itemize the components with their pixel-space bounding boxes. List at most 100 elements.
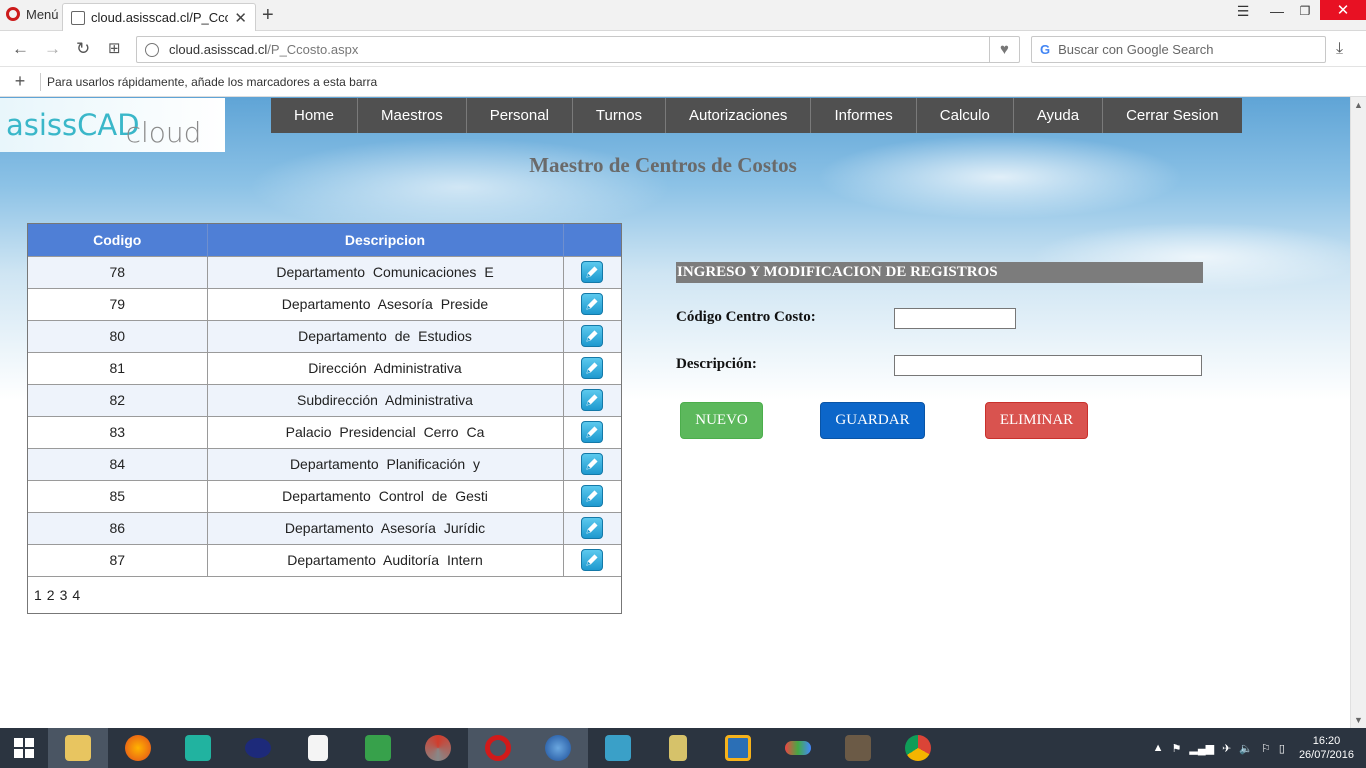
scroll-up-icon[interactable]: ▲ — [1354, 100, 1363, 110]
nav-item-ayuda[interactable]: Ayuda — [1014, 98, 1104, 133]
infinity-app-icon — [785, 741, 811, 755]
scroll-down-icon[interactable]: ▼ — [1354, 715, 1363, 725]
table-row: 87 Departamento Auditoría Intern — [28, 543, 621, 576]
edit-pencil-icon[interactable] — [581, 453, 604, 475]
nav-item-turnos[interactable]: Turnos — [573, 98, 667, 133]
new-tab-button[interactable]: + — [262, 4, 274, 27]
google-icon: G — [1040, 42, 1051, 57]
edit-pencil-icon[interactable] — [581, 485, 604, 507]
tray-flag-icon[interactable]: ⚑ — [1171, 742, 1181, 755]
edit-pencil-icon[interactable] — [581, 261, 604, 283]
document-icon — [308, 735, 328, 761]
edit-pencil-icon[interactable] — [581, 517, 604, 539]
tab-close-icon[interactable]: ✕ — [234, 9, 247, 27]
taskbar-media-app[interactable] — [408, 728, 468, 768]
maximize-button[interactable]: ❐ — [1290, 0, 1320, 22]
tray-app-icon[interactable]: ✈ — [1222, 742, 1231, 755]
cell-descripcion: Departamento Asesoría Jurídic — [207, 511, 564, 544]
taskbar-chrome[interactable] — [888, 728, 948, 768]
page-link-4[interactable]: 4 — [72, 587, 80, 603]
nav-item-maestros[interactable]: Maestros — [358, 98, 467, 133]
minimize-button[interactable]: — — [1262, 0, 1292, 22]
taskbar-infinity-app[interactable] — [768, 728, 828, 768]
site-info-icon[interactable] — [145, 42, 159, 57]
taskbar-php[interactable] — [228, 728, 288, 768]
nuevo-button[interactable]: NUEVO — [680, 402, 763, 439]
network-icon[interactable]: ▂▄▆ — [1189, 742, 1214, 755]
nav-item-informes[interactable]: Informes — [811, 98, 917, 133]
bookmarks-hint: Para usarlos rápidamente, añade los marc… — [47, 74, 378, 89]
taskbar-document[interactable] — [288, 728, 348, 768]
opera-menu-button[interactable]: Menú — [0, 0, 59, 28]
taskbar-window-app[interactable] — [708, 728, 768, 768]
codigo-label: Código Centro Costo: — [676, 309, 816, 325]
edit-pencil-icon[interactable] — [581, 389, 604, 411]
search-placeholder: Buscar con Google Search — [1058, 42, 1214, 57]
image-app-icon — [185, 735, 211, 761]
cell-codigo: 83 — [28, 415, 208, 448]
edit-pencil-icon[interactable] — [581, 293, 604, 315]
cell-codigo: 78 — [28, 255, 208, 288]
app-logo[interactable]: asissCAD cloud — [0, 98, 225, 152]
codigo-input[interactable] — [894, 308, 1016, 329]
cell-codigo: 82 — [28, 383, 208, 416]
taskbar-file-explorer[interactable] — [48, 728, 108, 768]
cell-edit — [563, 255, 621, 288]
folder-icon — [65, 735, 91, 761]
nav-item-personal[interactable]: Personal — [467, 98, 573, 133]
taskbar-filezilla[interactable] — [588, 728, 648, 768]
edit-pencil-icon[interactable] — [581, 549, 604, 572]
page-scrollbar[interactable]: ▲ ▼ — [1350, 97, 1366, 728]
page-link-2[interactable]: 2 — [47, 587, 55, 603]
nav-item-calculo[interactable]: Calculo — [917, 98, 1014, 133]
cell-descripcion: Dirección Administrativa — [207, 351, 564, 384]
guardar-button[interactable]: GUARDAR — [820, 402, 925, 439]
add-bookmark-icon[interactable]: + — [0, 71, 40, 92]
tab-menu-icon[interactable]: ☰ — [1228, 0, 1258, 22]
edit-pencil-icon[interactable] — [581, 325, 604, 347]
tools-icon — [669, 735, 687, 761]
nav-item-home[interactable]: Home — [271, 98, 359, 133]
taskbar-game[interactable] — [828, 728, 888, 768]
table-row: 79 Departamento Asesoría Preside — [28, 287, 621, 320]
cell-edit — [563, 351, 621, 384]
taskbar-opera[interactable] — [468, 728, 528, 768]
page-link-1[interactable]: 1 — [34, 587, 42, 603]
table-row: 78 Departamento Comunicaciones E — [28, 255, 621, 288]
search-box[interactable]: G Buscar con Google Search — [1031, 36, 1326, 63]
browser-toolbar: ← → ↻ ⊞ cloud.asisscad.cl/P_Ccosto.aspx … — [0, 31, 1366, 67]
forward-arrow-icon[interactable]: → — [44, 39, 61, 59]
cell-descripcion: Departamento Control de Gesti — [207, 479, 564, 512]
page-title: Maestro de Centros de Costos — [529, 153, 797, 177]
thunderbird-icon — [545, 735, 571, 761]
nav-item-autorizaciones[interactable]: Autorizaciones — [666, 98, 812, 133]
browser-tab[interactable]: cloud.asisscad.cl/P_Ccosto ✕ — [62, 3, 256, 31]
battery-icon[interactable]: ▯ — [1279, 742, 1285, 755]
nav-item-cerrar-sesion[interactable]: Cerrar Sesion — [1103, 98, 1242, 133]
close-window-button[interactable]: ✕ — [1320, 0, 1366, 20]
taskbar-thunderbird[interactable] — [528, 728, 588, 768]
action-center-icon[interactable]: ⚐ — [1261, 742, 1271, 755]
tab-title: cloud.asisscad.cl/P_Ccosto — [91, 10, 229, 25]
page-link-3[interactable]: 3 — [60, 587, 68, 603]
edit-pencil-icon[interactable] — [581, 421, 604, 443]
taskbar-image-app[interactable] — [168, 728, 228, 768]
cell-descripcion: Subdirección Administrativa — [207, 383, 564, 416]
tray-expand-icon[interactable]: ▲ — [1153, 742, 1164, 754]
taskbar-sync-app[interactable] — [348, 728, 408, 768]
reload-icon[interactable]: ↻ — [76, 39, 90, 59]
taskbar-tools[interactable] — [648, 728, 708, 768]
taskbar-firefox[interactable] — [108, 728, 168, 768]
clock[interactable]: 16:20 26/07/2016 — [1299, 734, 1354, 762]
speed-dial-grid-icon[interactable]: ⊞ — [108, 39, 121, 57]
eliminar-button[interactable]: ELIMINAR — [985, 402, 1088, 439]
start-button[interactable] — [0, 728, 48, 768]
descripcion-input[interactable] — [894, 355, 1202, 376]
edit-pencil-icon[interactable] — [581, 357, 604, 379]
download-icon[interactable]: ⤓ — [1336, 40, 1343, 58]
address-bar[interactable]: cloud.asisscad.cl/P_Ccosto.aspx ♥ — [136, 36, 1020, 63]
back-arrow-icon[interactable]: ← — [12, 39, 29, 59]
sync-app-icon — [365, 735, 391, 761]
volume-icon[interactable]: 🔈 — [1239, 742, 1253, 755]
bookmark-heart-icon[interactable]: ♥ — [989, 37, 1019, 62]
